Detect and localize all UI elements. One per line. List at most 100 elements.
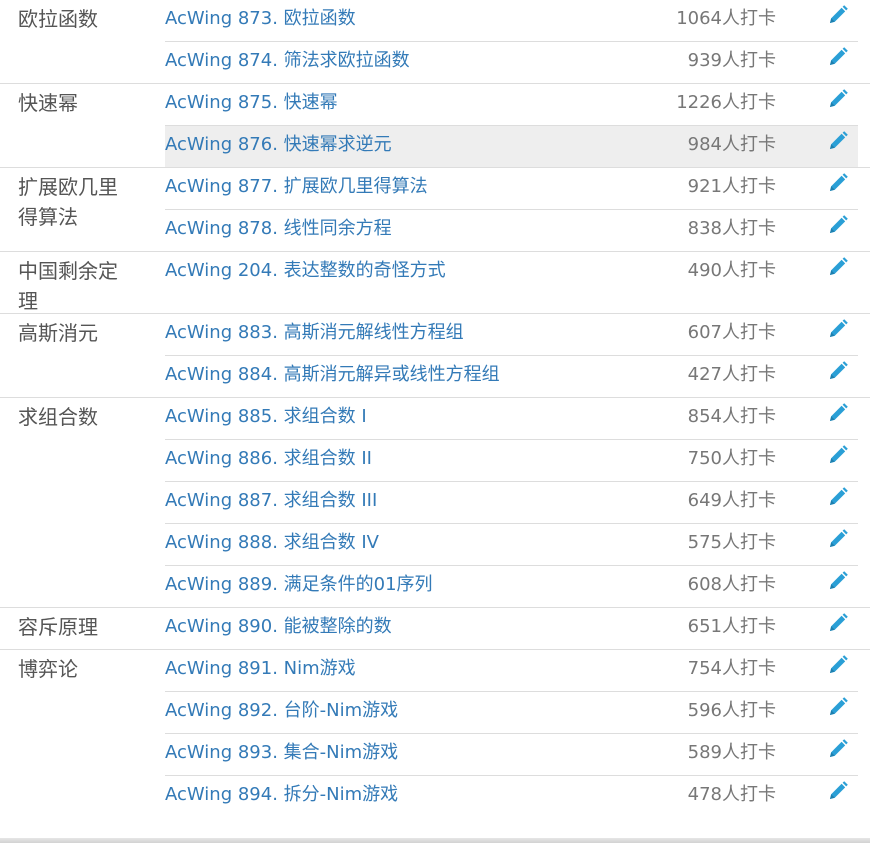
pencil-icon-graphic: [830, 487, 848, 505]
problem-link[interactable]: AcWing 894. 拆分-Nim游戏: [165, 783, 398, 807]
problem-row[interactable]: AcWing 873. 欧拉函数 1064人打卡: [165, 0, 858, 41]
checkin-count: 651人打卡: [687, 616, 776, 637]
pencil-icon[interactable]: [826, 695, 850, 719]
checkin-count: 1064人打卡: [676, 8, 776, 29]
problem-row[interactable]: AcWing 877. 扩展欧几里得算法 921人打卡: [165, 168, 858, 209]
category-label: 欧拉函数: [18, 7, 98, 31]
problem-row[interactable]: AcWing 875. 快速幂 1226人打卡: [165, 84, 858, 125]
pencil-icon[interactable]: [826, 171, 850, 195]
category-label: 容斥原理: [18, 615, 98, 639]
problem-rows: AcWing 875. 快速幂 1226人打卡 AcWing 876. 快速幂求逆元…: [165, 84, 858, 167]
category-label: 高斯消元: [18, 321, 98, 345]
pencil-icon-graphic: [830, 173, 848, 191]
checkin-count: 838人打卡: [687, 218, 776, 239]
pencil-icon[interactable]: [826, 317, 850, 341]
problem-row[interactable]: AcWing 886. 求组合数 II 750人打卡: [165, 439, 858, 481]
problem-row[interactable]: AcWing 883. 高斯消元解线性方程组 607人打卡: [165, 314, 858, 355]
problem-link[interactable]: AcWing 877. 扩展欧几里得算法: [165, 175, 428, 199]
checkin-count: 984人打卡: [687, 134, 776, 155]
category-label: 快速幂: [18, 91, 78, 115]
checkin-count: 1226人打卡: [676, 92, 776, 113]
problem-link[interactable]: AcWing 873. 欧拉函数: [165, 7, 356, 31]
checkin-count: 490人打卡: [687, 260, 776, 281]
problem-row[interactable]: AcWing 891. Nim游戏 754人打卡: [165, 650, 858, 691]
problem-row[interactable]: AcWing 878. 线性同余方程 838人打卡: [165, 209, 858, 251]
pencil-icon[interactable]: [826, 213, 850, 237]
problem-row[interactable]: AcWing 889. 满足条件的01序列 608人打卡: [165, 565, 858, 607]
problem-link[interactable]: AcWing 878. 线性同余方程: [165, 217, 392, 241]
pencil-icon[interactable]: [826, 401, 850, 425]
problem-link[interactable]: AcWing 892. 台阶-Nim游戏: [165, 699, 398, 723]
pencil-icon-graphic: [830, 445, 848, 463]
problem-rows: AcWing 873. 欧拉函数 1064人打卡 AcWing 874. 筛法求欧拉…: [165, 0, 858, 83]
category-group: 求组合数 AcWing 885. 求组合数 I 854人打卡 AcWing 886. …: [0, 397, 870, 607]
problem-link[interactable]: AcWing 874. 筛法求欧拉函数: [165, 49, 410, 73]
pencil-icon[interactable]: [826, 255, 850, 279]
pencil-icon-graphic: [830, 739, 848, 757]
pencil-icon[interactable]: [826, 611, 850, 635]
category-label: 扩展欧几里得算法: [18, 175, 118, 229]
problem-link[interactable]: AcWing 889. 满足条件的01序列: [165, 573, 433, 597]
problem-row[interactable]: AcWing 890. 能被整除的数 651人打卡: [165, 608, 858, 649]
pencil-icon[interactable]: [826, 87, 850, 111]
problem-link[interactable]: AcWing 875. 快速幂: [165, 91, 338, 115]
category-group: 欧拉函数 AcWing 873. 欧拉函数 1064人打卡 AcWing 874. 筛…: [0, 0, 870, 83]
problem-link[interactable]: AcWing 890. 能被整除的数: [165, 615, 392, 639]
problem-row[interactable]: AcWing 874. 筛法求欧拉函数 939人打卡: [165, 41, 858, 83]
problem-row[interactable]: AcWing 894. 拆分-Nim游戏 478人打卡: [165, 775, 858, 817]
problem-row[interactable]: AcWing 876. 快速幂求逆元 984人打卡: [165, 125, 858, 167]
problem-rows: AcWing 877. 扩展欧几里得算法 921人打卡 AcWing 878. 线性…: [165, 168, 858, 251]
problem-row[interactable]: AcWing 888. 求组合数 IV 575人打卡: [165, 523, 858, 565]
problem-link[interactable]: AcWing 884. 高斯消元解异或线性方程组: [165, 363, 500, 387]
pencil-icon-graphic: [830, 257, 848, 275]
checkin-count: 608人打卡: [687, 574, 776, 595]
problem-row[interactable]: AcWing 892. 台阶-Nim游戏 596人打卡: [165, 691, 858, 733]
pencil-icon-graphic: [830, 613, 848, 631]
pencil-icon-graphic: [830, 697, 848, 715]
problem-link[interactable]: AcWing 888. 求组合数 IV: [165, 531, 379, 555]
problem-row[interactable]: AcWing 204. 表达整数的奇怪方式 490人打卡: [165, 252, 858, 313]
category-label: 求组合数: [18, 405, 98, 429]
problem-link[interactable]: AcWing 885. 求组合数 I: [165, 405, 367, 429]
problem-rows: AcWing 885. 求组合数 I 854人打卡 AcWing 886. 求组合数…: [165, 398, 858, 607]
checkin-count: 921人打卡: [687, 176, 776, 197]
pencil-icon-graphic: [830, 781, 848, 799]
category-group: 博弈论 AcWing 891. Nim游戏 754人打卡 AcWing 892. 台阶…: [0, 649, 870, 817]
pencil-icon[interactable]: [826, 485, 850, 509]
problem-link[interactable]: AcWing 893. 集合-Nim游戏: [165, 741, 398, 765]
checkin-count: 427人打卡: [687, 364, 776, 385]
problem-link[interactable]: AcWing 876. 快速幂求逆元: [165, 133, 392, 157]
category-group: 扩展欧几里得算法 AcWing 877. 扩展欧几里得算法 921人打卡 AcWing…: [0, 167, 870, 251]
pencil-icon-graphic: [830, 215, 848, 233]
problem-row[interactable]: AcWing 887. 求组合数 III 649人打卡: [165, 481, 858, 523]
panel-bottom-border: [0, 838, 870, 843]
pencil-icon[interactable]: [826, 45, 850, 69]
category-group: 容斥原理 AcWing 890. 能被整除的数 651人打卡: [0, 607, 870, 649]
problem-row[interactable]: AcWing 884. 高斯消元解异或线性方程组 427人打卡: [165, 355, 858, 397]
pencil-icon[interactable]: [826, 569, 850, 593]
pencil-icon[interactable]: [826, 737, 850, 761]
pencil-icon-graphic: [830, 361, 848, 379]
pencil-icon-graphic: [830, 89, 848, 107]
problem-link[interactable]: AcWing 891. Nim游戏: [165, 657, 356, 681]
problem-link[interactable]: AcWing 887. 求组合数 III: [165, 489, 377, 513]
checkin-count: 754人打卡: [687, 658, 776, 679]
problem-row[interactable]: AcWing 885. 求组合数 I 854人打卡: [165, 398, 858, 439]
pencil-icon[interactable]: [826, 443, 850, 467]
pencil-icon[interactable]: [826, 129, 850, 153]
checkin-count: 750人打卡: [687, 448, 776, 469]
checkin-count: 939人打卡: [687, 50, 776, 71]
problem-row[interactable]: AcWing 893. 集合-Nim游戏 589人打卡: [165, 733, 858, 775]
problem-link[interactable]: AcWing 883. 高斯消元解线性方程组: [165, 321, 464, 345]
problem-link[interactable]: AcWing 886. 求组合数 II: [165, 447, 372, 471]
pencil-icon[interactable]: [826, 779, 850, 803]
pencil-icon[interactable]: [826, 527, 850, 551]
problem-link[interactable]: AcWing 204. 表达整数的奇怪方式: [165, 259, 446, 283]
pencil-icon[interactable]: [826, 3, 850, 27]
pencil-icon-graphic: [830, 47, 848, 65]
pencil-icon-graphic: [830, 403, 848, 421]
pencil-icon[interactable]: [826, 359, 850, 383]
category-label: 博弈论: [18, 657, 78, 681]
problem-rows: AcWing 890. 能被整除的数 651人打卡: [165, 608, 858, 649]
pencil-icon[interactable]: [826, 653, 850, 677]
